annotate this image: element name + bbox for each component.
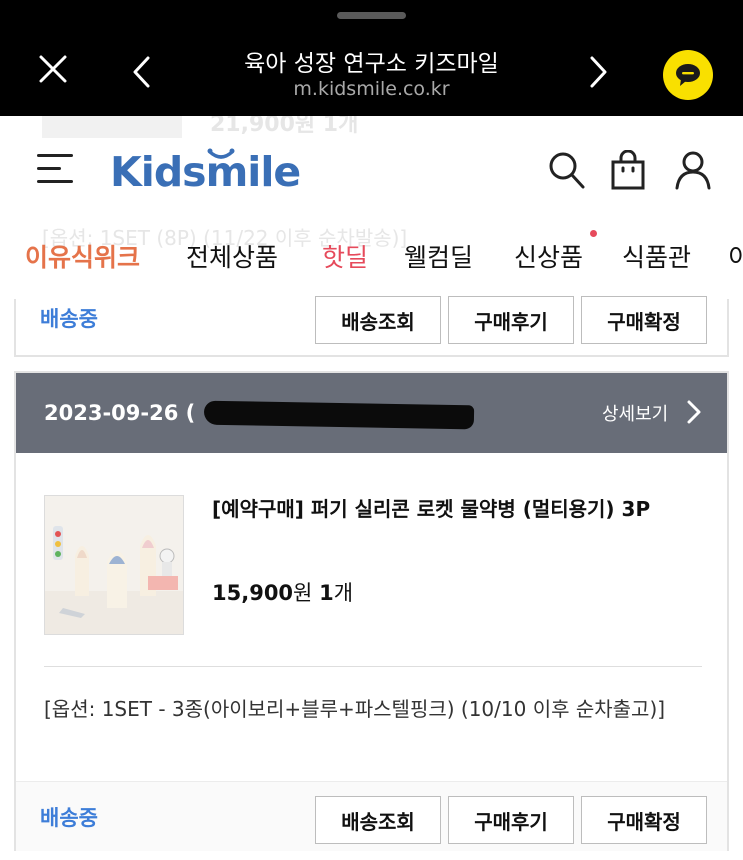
site-header: 21,900원 1개 [옵션: 1SET (8P) (11/22 이후 순차발송…: [0, 116, 743, 300]
browser-url: m.kidsmile.co.kr: [293, 78, 450, 100]
product-thumbnail[interactable]: [44, 495, 184, 635]
previous-order-status: 배송중: [40, 307, 98, 331]
user-icon[interactable]: [674, 150, 712, 190]
chevron-right-icon[interactable]: [686, 399, 702, 425]
nav-item-new-products[interactable]: 신상품: [514, 238, 583, 274]
shopping-bag-icon[interactable]: [610, 150, 646, 190]
forward-chevron-icon[interactable]: [588, 54, 610, 90]
nav-item-all-products[interactable]: 전체상품: [186, 238, 278, 274]
confirm-purchase-button[interactable]: 구매확정: [581, 296, 707, 344]
drag-handle[interactable]: [337, 12, 406, 19]
divider: [44, 666, 702, 667]
order-header: 2023-09-26 ( 상세보기: [16, 373, 727, 453]
nav-item-food[interactable]: 식품관: [622, 238, 691, 274]
confirm-purchase-button[interactable]: 구매확정: [581, 796, 707, 844]
previous-order-card: 배송중 배송조회 구매후기 구매확정: [14, 296, 729, 357]
nav-item-hot-deal[interactable]: 핫딜: [322, 238, 368, 274]
smile-icon: [207, 148, 235, 159]
order-date: 2023-09-26 (: [44, 401, 196, 425]
track-delivery-button[interactable]: 배송조회: [315, 796, 441, 844]
order-status: 배송중: [40, 806, 98, 830]
track-delivery-button[interactable]: 배송조회: [315, 296, 441, 344]
kakaotalk-button[interactable]: [663, 50, 713, 100]
chat-bubble-icon: [676, 64, 700, 86]
nav-item-overflow[interactable]: 이: [728, 238, 743, 274]
nav-item-welcome-deal[interactable]: 웰컴딜: [404, 238, 473, 274]
nav-item-weaning-week[interactable]: 이유식위크: [25, 238, 140, 274]
redaction-mark: [203, 400, 475, 430]
product-image: [45, 496, 183, 634]
write-review-button[interactable]: 구매후기: [448, 296, 574, 344]
order-card: 2023-09-26 ( 상세보기 [예약구매] 퍼기 실리콘 로켓 물약병 (…: [14, 371, 729, 851]
view-details-link[interactable]: 상세보기: [602, 400, 668, 426]
ghost-price: 21,900원 1개: [210, 116, 359, 137]
menu-button[interactable]: [37, 154, 73, 184]
order-footer: 배송중 배송조회 구매후기 구매확정: [16, 781, 727, 851]
ghost-thumbnail: [42, 116, 182, 138]
product-name[interactable]: [예약구매] 퍼기 실리콘 로켓 물약병 (멀티용기) 3P: [212, 493, 702, 525]
product-option: [옵션: 1SET - 3종(아이보리+블루+파스텔핑크) (10/10 이후 …: [44, 697, 666, 721]
new-indicator-dot: [590, 230, 597, 237]
search-icon[interactable]: [548, 150, 586, 190]
in-app-browser-bar: 육아 성장 연구소 키즈마일 m.kidsmile.co.kr: [0, 0, 743, 116]
category-nav: 이유식위크 전체상품 핫딜 웰컴딜 신상품 식품관 이: [0, 238, 743, 282]
write-review-button[interactable]: 구매후기: [448, 796, 574, 844]
browser-title: 육아 성장 연구소 키즈마일: [244, 51, 499, 77]
product-price: 15,900원 1개: [212, 581, 354, 605]
